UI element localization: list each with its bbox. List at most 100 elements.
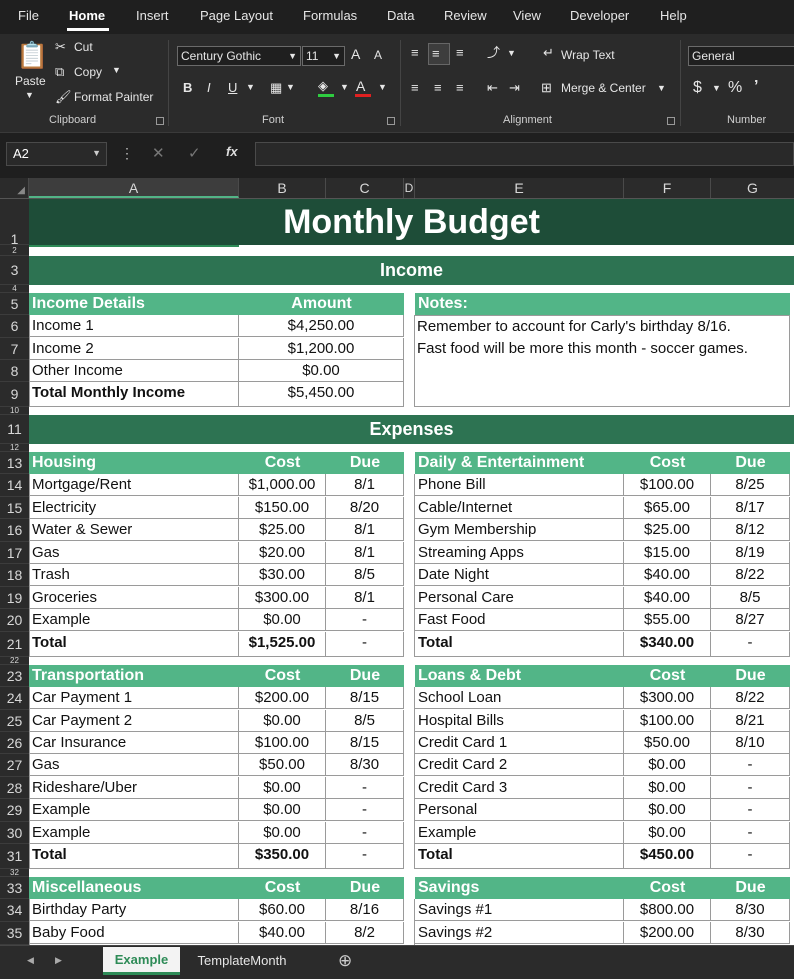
orientation-icon[interactable]: ⤴ — [487, 46, 500, 60]
loans-due-cell[interactable]: - — [711, 822, 790, 844]
row-header-22[interactable]: 22 — [0, 657, 29, 665]
daily-due-cell[interactable]: 8/17 — [711, 497, 790, 519]
loans-cost-cell[interactable]: $50.00 — [624, 732, 711, 754]
transportation-item-cell[interactable]: Gas — [29, 754, 239, 776]
font-launcher-icon[interactable] — [387, 117, 395, 125]
loans-due-cell[interactable]: 8/10 — [711, 732, 790, 754]
menu-help[interactable]: Help — [660, 8, 687, 23]
row-header-13[interactable]: 13 — [0, 452, 29, 474]
align-left-icon[interactable]: ≡ — [411, 81, 419, 95]
daily-cost-cell[interactable]: $15.00 — [624, 542, 711, 564]
fill-color-icon[interactable]: ◈ — [318, 79, 328, 93]
misc-due-cell[interactable]: 8/2 — [326, 922, 404, 944]
font-size-dropdown[interactable]: 11 ▼ — [302, 46, 345, 66]
enter-icon[interactable]: ✓ — [188, 144, 201, 162]
menu-developer[interactable]: Developer — [570, 8, 629, 23]
row-header-12[interactable]: 12 — [0, 444, 29, 452]
daily-cost-cell[interactable]: $40.00 — [624, 587, 711, 609]
bold-button[interactable]: B — [183, 80, 192, 95]
worksheet-grid[interactable]: Monthly Budget Income Income Details Amo… — [29, 199, 794, 945]
notes-box[interactable]: Remember to account for Carly's birthday… — [414, 315, 790, 407]
housing-cost-cell[interactable]: $1,000.00 — [239, 474, 326, 496]
paste-dropdown-icon[interactable]: ▼ — [25, 90, 34, 100]
row-header-26[interactable]: 26 — [0, 732, 29, 754]
transportation-due-cell[interactable]: 8/15 — [326, 732, 404, 754]
copy-icon[interactable]: ⧉ — [55, 65, 64, 79]
housing-item-cell[interactable]: Gas — [29, 542, 239, 564]
row-header-9[interactable]: 9 — [0, 382, 29, 407]
misc-item-cell[interactable]: Birthday Party — [29, 899, 239, 921]
underline-dropdown-icon[interactable]: ▼ — [246, 82, 255, 92]
decrease-indent-icon[interactable]: ⇤ — [487, 81, 498, 95]
housing-total-label[interactable]: Total — [29, 632, 239, 657]
align-center-icon[interactable]: ≡ — [434, 81, 442, 95]
comma-style-icon[interactable]: ’ — [754, 78, 758, 96]
row-header-21[interactable]: 21 — [0, 632, 29, 657]
menu-home[interactable]: Home — [69, 8, 105, 23]
loans-item-cell[interactable]: Personal — [415, 799, 624, 821]
menu-file[interactable]: File — [18, 8, 39, 23]
income-label-cell[interactable]: Income 1 — [29, 315, 239, 337]
row-header-4[interactable]: 4 — [0, 285, 29, 293]
tab-example[interactable]: Example — [103, 947, 180, 975]
daily-due-cell[interactable]: 8/5 — [711, 587, 790, 609]
merge-dropdown-icon[interactable]: ▼ — [657, 83, 666, 93]
borders-icon[interactable]: ▦ — [270, 81, 282, 95]
align-bottom-icon[interactable]: ≡ — [456, 46, 464, 60]
copy-dropdown-icon[interactable]: ▼ — [112, 65, 121, 75]
transportation-cost-cell[interactable]: $0.00 — [239, 799, 326, 821]
transportation-due-cell[interactable]: - — [326, 822, 404, 844]
menu-page-layout[interactable]: Page Layout — [200, 8, 273, 23]
loans-item-cell[interactable]: Credit Card 3 — [415, 777, 624, 799]
cut-button[interactable]: Cut — [74, 40, 93, 54]
row-header-17[interactable]: 17 — [0, 542, 29, 564]
housing-due-cell[interactable]: 8/20 — [326, 497, 404, 519]
percent-button[interactable]: % — [728, 79, 742, 97]
row-header-10[interactable]: 10 — [0, 407, 29, 415]
misc-cost-cell[interactable]: $60.00 — [239, 899, 326, 921]
housing-cost-cell[interactable]: $300.00 — [239, 587, 326, 609]
selected-cell-a2[interactable] — [29, 245, 239, 247]
row-header-30[interactable]: 30 — [0, 822, 29, 844]
daily-due-cell[interactable]: 8/19 — [711, 542, 790, 564]
daily-due-cell[interactable]: 8/12 — [711, 519, 790, 541]
savings-item-cell[interactable]: Savings #1 — [415, 899, 624, 921]
row-header-15[interactable]: 15 — [0, 497, 29, 519]
currency-dropdown-icon[interactable]: ▼ — [712, 83, 721, 93]
income-total-amount[interactable]: $5,450.00 — [239, 382, 404, 407]
shrink-font-icon[interactable]: A — [374, 48, 382, 62]
loans-due-cell[interactable]: 8/21 — [711, 710, 790, 732]
currency-button[interactable]: $ — [693, 79, 702, 97]
copy-button[interactable]: Copy — [74, 65, 102, 79]
row-header-3[interactable]: 3 — [0, 256, 29, 285]
savings-cost-cell[interactable]: $800.00 — [624, 899, 711, 921]
row-header-34[interactable]: 34 — [0, 899, 29, 922]
insert-function-icon[interactable]: fx — [226, 144, 238, 159]
housing-cost-cell[interactable]: $0.00 — [239, 609, 326, 631]
housing-due-cell[interactable]: 8/1 — [326, 519, 404, 541]
savings-due-cell[interactable]: 8/30 — [711, 899, 790, 921]
loans-cost-cell[interactable]: $0.00 — [624, 754, 711, 776]
daily-total-cost[interactable]: $340.00 — [624, 632, 711, 657]
format-painter-button[interactable]: Format Painter — [74, 90, 153, 104]
align-top-icon[interactable]: ≡ — [411, 46, 419, 60]
loans-item-cell[interactable]: School Loan — [415, 687, 624, 709]
housing-item-cell[interactable]: Electricity — [29, 497, 239, 519]
transportation-due-cell[interactable]: 8/30 — [326, 754, 404, 776]
transportation-cost-cell[interactable]: $200.00 — [239, 687, 326, 709]
select-all-corner[interactable]: ◢ — [0, 178, 29, 198]
number-format-dropdown[interactable]: General — [688, 46, 794, 66]
housing-due-cell[interactable]: - — [326, 609, 404, 631]
column-header-d[interactable]: D — [404, 178, 415, 198]
housing-total-cost[interactable]: $1,525.00 — [239, 632, 326, 657]
loans-due-cell[interactable]: 8/22 — [711, 687, 790, 709]
daily-item-cell[interactable]: Personal Care — [415, 587, 624, 609]
loans-due-cell[interactable]: - — [711, 777, 790, 799]
income-total-label[interactable]: Total Monthly Income — [29, 382, 239, 407]
row-header-7[interactable]: 7 — [0, 338, 29, 360]
loans-cost-cell[interactable]: $300.00 — [624, 687, 711, 709]
tab-templatemonth[interactable]: TemplateMonth — [186, 948, 298, 974]
misc-cost-cell[interactable]: $40.00 — [239, 922, 326, 944]
daily-item-cell[interactable]: Phone Bill — [415, 474, 624, 496]
row-header-27[interactable]: 27 — [0, 754, 29, 777]
